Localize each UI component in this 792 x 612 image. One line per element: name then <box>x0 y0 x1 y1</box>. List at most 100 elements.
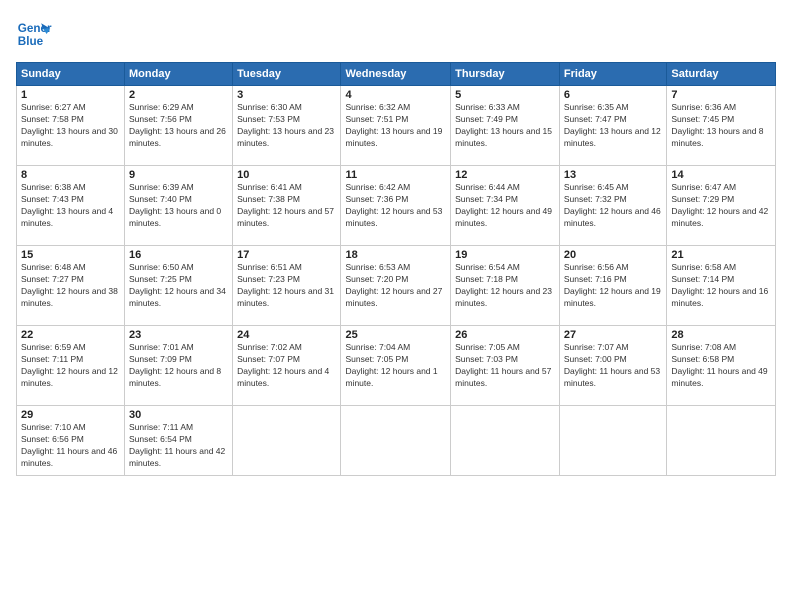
table-row: 5 Sunrise: 6:33 AM Sunset: 7:49 PM Dayli… <box>451 86 560 166</box>
table-row: 18 Sunrise: 6:53 AM Sunset: 7:20 PM Dayl… <box>341 246 451 326</box>
table-row: 11 Sunrise: 6:42 AM Sunset: 7:36 PM Dayl… <box>341 166 451 246</box>
table-row: 9 Sunrise: 6:39 AM Sunset: 7:40 PM Dayli… <box>125 166 233 246</box>
table-row: 20 Sunrise: 6:56 AM Sunset: 7:16 PM Dayl… <box>559 246 666 326</box>
day-number: 12 <box>455 169 555 181</box>
svg-text:Blue: Blue <box>18 35 44 48</box>
calendar-week-row: 15 Sunrise: 6:48 AM Sunset: 7:27 PM Dayl… <box>17 246 776 326</box>
col-sunday: Sunday <box>17 63 125 86</box>
table-row: 30 Sunrise: 7:11 AM Sunset: 6:54 PM Dayl… <box>125 406 233 476</box>
day-number: 14 <box>671 169 771 181</box>
day-info: Sunrise: 6:27 AM Sunset: 7:58 PM Dayligh… <box>21 102 120 150</box>
table-row: 19 Sunrise: 6:54 AM Sunset: 7:18 PM Dayl… <box>451 246 560 326</box>
table-row <box>667 406 776 476</box>
day-number: 13 <box>564 169 662 181</box>
table-row: 22 Sunrise: 6:59 AM Sunset: 7:11 PM Dayl… <box>17 326 125 406</box>
day-info: Sunrise: 6:33 AM Sunset: 7:49 PM Dayligh… <box>455 102 555 150</box>
day-number: 16 <box>129 249 228 261</box>
col-monday: Monday <box>125 63 233 86</box>
table-row: 7 Sunrise: 6:36 AM Sunset: 7:45 PM Dayli… <box>667 86 776 166</box>
day-info: Sunrise: 6:30 AM Sunset: 7:53 PM Dayligh… <box>237 102 336 150</box>
day-info: Sunrise: 7:05 AM Sunset: 7:03 PM Dayligh… <box>455 342 555 390</box>
day-number: 29 <box>21 409 120 421</box>
day-number: 8 <box>21 169 120 181</box>
day-number: 5 <box>455 89 555 101</box>
table-row: 29 Sunrise: 7:10 AM Sunset: 6:56 PM Dayl… <box>17 406 125 476</box>
day-info: Sunrise: 7:04 AM Sunset: 7:05 PM Dayligh… <box>345 342 446 390</box>
col-tuesday: Tuesday <box>233 63 341 86</box>
day-number: 3 <box>237 89 336 101</box>
table-row: 26 Sunrise: 7:05 AM Sunset: 7:03 PM Dayl… <box>451 326 560 406</box>
day-number: 20 <box>564 249 662 261</box>
day-number: 11 <box>345 169 446 181</box>
day-info: Sunrise: 6:59 AM Sunset: 7:11 PM Dayligh… <box>21 342 120 390</box>
day-info: Sunrise: 6:58 AM Sunset: 7:14 PM Dayligh… <box>671 262 771 310</box>
logo: General Blue <box>16 16 52 52</box>
table-row: 6 Sunrise: 6:35 AM Sunset: 7:47 PM Dayli… <box>559 86 666 166</box>
table-row: 1 Sunrise: 6:27 AM Sunset: 7:58 PM Dayli… <box>17 86 125 166</box>
table-row <box>451 406 560 476</box>
day-number: 2 <box>129 89 228 101</box>
table-row: 10 Sunrise: 6:41 AM Sunset: 7:38 PM Dayl… <box>233 166 341 246</box>
table-row: 28 Sunrise: 7:08 AM Sunset: 6:58 PM Dayl… <box>667 326 776 406</box>
table-row: 8 Sunrise: 6:38 AM Sunset: 7:43 PM Dayli… <box>17 166 125 246</box>
table-row: 23 Sunrise: 7:01 AM Sunset: 7:09 PM Dayl… <box>125 326 233 406</box>
table-row: 4 Sunrise: 6:32 AM Sunset: 7:51 PM Dayli… <box>341 86 451 166</box>
day-number: 27 <box>564 329 662 341</box>
table-row: 16 Sunrise: 6:50 AM Sunset: 7:25 PM Dayl… <box>125 246 233 326</box>
day-info: Sunrise: 6:47 AM Sunset: 7:29 PM Dayligh… <box>671 182 771 230</box>
day-info: Sunrise: 7:08 AM Sunset: 6:58 PM Dayligh… <box>671 342 771 390</box>
day-number: 15 <box>21 249 120 261</box>
table-row: 24 Sunrise: 7:02 AM Sunset: 7:07 PM Dayl… <box>233 326 341 406</box>
day-number: 21 <box>671 249 771 261</box>
table-row: 14 Sunrise: 6:47 AM Sunset: 7:29 PM Dayl… <box>667 166 776 246</box>
day-info: Sunrise: 7:10 AM Sunset: 6:56 PM Dayligh… <box>21 422 120 470</box>
table-row: 2 Sunrise: 6:29 AM Sunset: 7:56 PM Dayli… <box>125 86 233 166</box>
table-row: 17 Sunrise: 6:51 AM Sunset: 7:23 PM Dayl… <box>233 246 341 326</box>
day-info: Sunrise: 6:36 AM Sunset: 7:45 PM Dayligh… <box>671 102 771 150</box>
page: General Blue Sunday Monday Tuesday Wedne… <box>0 0 792 612</box>
day-info: Sunrise: 7:02 AM Sunset: 7:07 PM Dayligh… <box>237 342 336 390</box>
day-number: 17 <box>237 249 336 261</box>
day-info: Sunrise: 6:56 AM Sunset: 7:16 PM Dayligh… <box>564 262 662 310</box>
day-number: 25 <box>345 329 446 341</box>
day-info: Sunrise: 7:07 AM Sunset: 7:00 PM Dayligh… <box>564 342 662 390</box>
day-info: Sunrise: 7:01 AM Sunset: 7:09 PM Dayligh… <box>129 342 228 390</box>
table-row: 3 Sunrise: 6:30 AM Sunset: 7:53 PM Dayli… <box>233 86 341 166</box>
calendar: Sunday Monday Tuesday Wednesday Thursday… <box>16 62 776 476</box>
col-friday: Friday <box>559 63 666 86</box>
day-number: 19 <box>455 249 555 261</box>
day-info: Sunrise: 6:44 AM Sunset: 7:34 PM Dayligh… <box>455 182 555 230</box>
calendar-week-row: 29 Sunrise: 7:10 AM Sunset: 6:56 PM Dayl… <box>17 406 776 476</box>
day-info: Sunrise: 6:50 AM Sunset: 7:25 PM Dayligh… <box>129 262 228 310</box>
col-wednesday: Wednesday <box>341 63 451 86</box>
col-thursday: Thursday <box>451 63 560 86</box>
day-number: 26 <box>455 329 555 341</box>
table-row <box>341 406 451 476</box>
table-row: 15 Sunrise: 6:48 AM Sunset: 7:27 PM Dayl… <box>17 246 125 326</box>
header: General Blue <box>16 16 776 52</box>
day-number: 28 <box>671 329 771 341</box>
day-info: Sunrise: 6:29 AM Sunset: 7:56 PM Dayligh… <box>129 102 228 150</box>
table-row: 27 Sunrise: 7:07 AM Sunset: 7:00 PM Dayl… <box>559 326 666 406</box>
table-row: 25 Sunrise: 7:04 AM Sunset: 7:05 PM Dayl… <box>341 326 451 406</box>
day-info: Sunrise: 6:54 AM Sunset: 7:18 PM Dayligh… <box>455 262 555 310</box>
day-number: 9 <box>129 169 228 181</box>
day-number: 23 <box>129 329 228 341</box>
day-info: Sunrise: 6:41 AM Sunset: 7:38 PM Dayligh… <box>237 182 336 230</box>
day-info: Sunrise: 6:45 AM Sunset: 7:32 PM Dayligh… <box>564 182 662 230</box>
day-info: Sunrise: 6:38 AM Sunset: 7:43 PM Dayligh… <box>21 182 120 230</box>
day-info: Sunrise: 6:51 AM Sunset: 7:23 PM Dayligh… <box>237 262 336 310</box>
day-info: Sunrise: 6:53 AM Sunset: 7:20 PM Dayligh… <box>345 262 446 310</box>
table-row: 12 Sunrise: 6:44 AM Sunset: 7:34 PM Dayl… <box>451 166 560 246</box>
day-info: Sunrise: 6:35 AM Sunset: 7:47 PM Dayligh… <box>564 102 662 150</box>
day-number: 1 <box>21 89 120 101</box>
day-info: Sunrise: 7:11 AM Sunset: 6:54 PM Dayligh… <box>129 422 228 470</box>
day-info: Sunrise: 6:48 AM Sunset: 7:27 PM Dayligh… <box>21 262 120 310</box>
day-number: 7 <box>671 89 771 101</box>
col-saturday: Saturday <box>667 63 776 86</box>
day-info: Sunrise: 6:32 AM Sunset: 7:51 PM Dayligh… <box>345 102 446 150</box>
day-info: Sunrise: 6:42 AM Sunset: 7:36 PM Dayligh… <box>345 182 446 230</box>
logo-icon: General Blue <box>16 16 52 52</box>
table-row <box>559 406 666 476</box>
table-row: 21 Sunrise: 6:58 AM Sunset: 7:14 PM Dayl… <box>667 246 776 326</box>
